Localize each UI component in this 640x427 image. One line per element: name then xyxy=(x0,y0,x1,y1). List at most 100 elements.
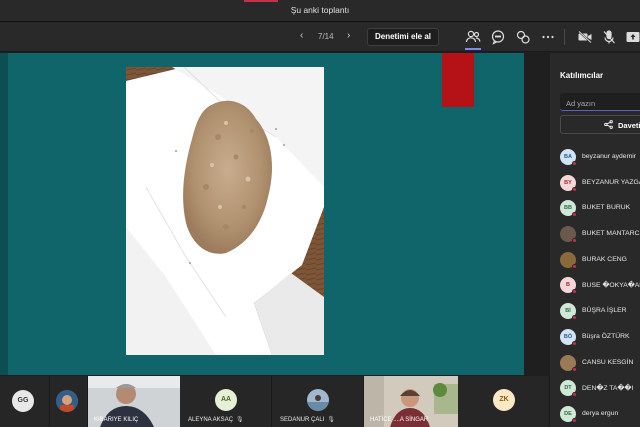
participant-row[interactable]: DT DEN�Z TA��I xyxy=(560,379,640,405)
participant-name: BÜŞRA İŞLER xyxy=(582,307,627,315)
participant-name: CANSU KESGİN xyxy=(582,358,634,366)
presence-dot xyxy=(572,417,577,423)
chat-icon[interactable] xyxy=(489,28,507,46)
mic-off-icon: 🎙︎ xyxy=(236,417,244,423)
mic-off-icon[interactable] xyxy=(600,28,618,46)
avatar: BÖ xyxy=(560,328,577,346)
avatar-initials: BA xyxy=(564,154,572,160)
page-indicator: 7/14 xyxy=(318,32,334,41)
participant-row[interactable]: BA beyzanur aydemir xyxy=(560,148,640,174)
presence-dot xyxy=(572,340,577,346)
participant-row[interactable]: DE derya ergun xyxy=(560,405,640,427)
chevron-right-icon[interactable]: › xyxy=(347,30,350,41)
avatar xyxy=(560,251,577,269)
participant-search-input[interactable] xyxy=(560,95,640,112)
profile-photo-icon xyxy=(56,390,78,412)
camera-off-icon[interactable] xyxy=(576,28,594,46)
avatar: GG xyxy=(12,390,34,412)
avatar: DE xyxy=(560,405,577,423)
take-control-button[interactable]: Denetimi ele al xyxy=(367,28,439,46)
avatar-initials: B xyxy=(566,282,570,289)
presence-dot xyxy=(572,212,577,218)
participant-name: derya ergun xyxy=(582,409,619,417)
gallery-tile[interactable]: ZK xyxy=(458,376,550,427)
stage-edge xyxy=(0,53,8,375)
avatar xyxy=(56,390,78,412)
participant-row[interactable]: BUKET MANTARCI xyxy=(560,225,640,251)
participant-row[interactable]: BY BEYZANUR YAZGA xyxy=(560,174,640,200)
avatar-initials: DE xyxy=(564,410,572,417)
title-bar: Şu anki toplantı xyxy=(0,0,640,22)
stage-divider xyxy=(524,53,550,375)
window-title: Şu anki toplantı xyxy=(290,5,350,15)
teams-meeting-window: Şu anki toplantı ‹ 7/14 › Denetimi ele a… xyxy=(0,0,640,427)
participant-row[interactable]: CANSU KESGİN xyxy=(560,354,640,380)
avatar: BY xyxy=(560,174,577,192)
avatar: ZK xyxy=(493,389,515,411)
participant-name: BURAK CENG xyxy=(582,255,627,263)
avatar: DT xyxy=(560,380,577,398)
participant-name: KIBARIYE KILIÇ xyxy=(94,417,139,423)
presence-dot xyxy=(572,392,577,398)
slide-photo xyxy=(126,67,324,355)
participant-name: DEN�Z TA��I xyxy=(582,385,634,393)
avatar: BA xyxy=(560,149,577,166)
chevron-left-icon[interactable]: ‹ xyxy=(300,30,303,41)
invite-label: Daveti xyxy=(618,121,640,130)
participant-name-row: SEDANUR ÇALI 🎙︎ xyxy=(280,416,335,423)
avatar-initials: Bİ xyxy=(565,308,571,315)
participant-row[interactable]: BB BUKET BURUK xyxy=(560,199,640,225)
avatar-initials: BÖ xyxy=(563,333,573,340)
invite-button[interactable]: Daveti xyxy=(560,115,640,134)
presence-dot xyxy=(572,289,577,295)
participant-name: BUSE �OKYA�AN xyxy=(582,282,640,290)
reactions-icon[interactable] xyxy=(514,28,532,46)
profile-photo-icon xyxy=(307,389,329,411)
avatar: Bİ xyxy=(560,303,577,321)
avatar-initials: BB xyxy=(564,205,572,212)
toolbar-separator xyxy=(564,29,565,45)
more-icon[interactable] xyxy=(539,28,557,46)
gallery-tile[interactable]: GG xyxy=(0,376,50,427)
title-accent xyxy=(244,0,278,2)
presence-dot xyxy=(572,186,577,192)
participant-row[interactable]: B BUSE �OKYA�AN xyxy=(560,276,640,302)
gallery-tile[interactable]: SEDANUR ÇALI 🎙︎ xyxy=(272,376,364,427)
avatar: B xyxy=(560,277,577,295)
participant-row[interactable]: Bİ BÜŞRA İŞLER xyxy=(560,302,640,328)
avatar xyxy=(307,389,329,411)
presence-dot xyxy=(572,366,577,372)
video-tile[interactable]: KIBARIYE KILIÇ xyxy=(88,376,180,427)
presence-dot xyxy=(572,315,577,321)
gallery-tile[interactable] xyxy=(50,376,88,427)
video-tile[interactable]: HATİCE ....A SİNGAR xyxy=(364,376,458,427)
participant-name: SEDANUR ÇALI xyxy=(280,417,325,423)
avatar: BB xyxy=(560,200,577,218)
participant-name: HATİCE ....A SİNGAR xyxy=(370,417,429,423)
powder-on-paper-image xyxy=(126,67,324,355)
participant-name: BEYZANUR YAZGA xyxy=(582,178,640,186)
participant-name: BUKET BURUK xyxy=(582,204,631,212)
avatar-initials: DT xyxy=(564,385,572,392)
avatar xyxy=(560,226,577,244)
share-link-icon xyxy=(604,120,613,129)
participant-name: BUKET MANTARCI xyxy=(582,230,640,238)
participants-panel: Katılımcılar Daveti BA beyzanur aydemir BY… xyxy=(550,53,640,427)
presence-dot xyxy=(572,263,577,269)
participant-name: beyzanur aydemir xyxy=(582,153,637,160)
participants-title: Katılımcılar xyxy=(560,71,604,80)
gallery-tile[interactable]: AA ALEYNA AKSAÇ 🎙︎ xyxy=(180,376,272,427)
participant-name: ALEYNA AKSAÇ xyxy=(188,417,234,423)
avatar-initials: BY xyxy=(564,179,572,186)
participant-search xyxy=(560,93,640,112)
participant-row[interactable]: BÖ Büşra ÖZTÜRK xyxy=(560,328,640,354)
slide-red-block xyxy=(442,53,474,107)
participant-row[interactable]: BURAK CENG xyxy=(560,251,640,277)
meeting-toolbar: ‹ 7/14 › Denetimi ele al xyxy=(0,22,640,52)
participant-name-row: ALEYNA AKSAÇ 🎙︎ xyxy=(188,416,244,423)
participant-list: BA beyzanur aydemir BY BEYZANUR YAZGA BB BUKE… xyxy=(560,148,640,427)
share-icon[interactable] xyxy=(624,28,640,46)
participant-name: Büşra ÖZTÜRK xyxy=(582,332,630,340)
presence-dot xyxy=(572,161,577,166)
participants-icon[interactable] xyxy=(464,28,482,50)
